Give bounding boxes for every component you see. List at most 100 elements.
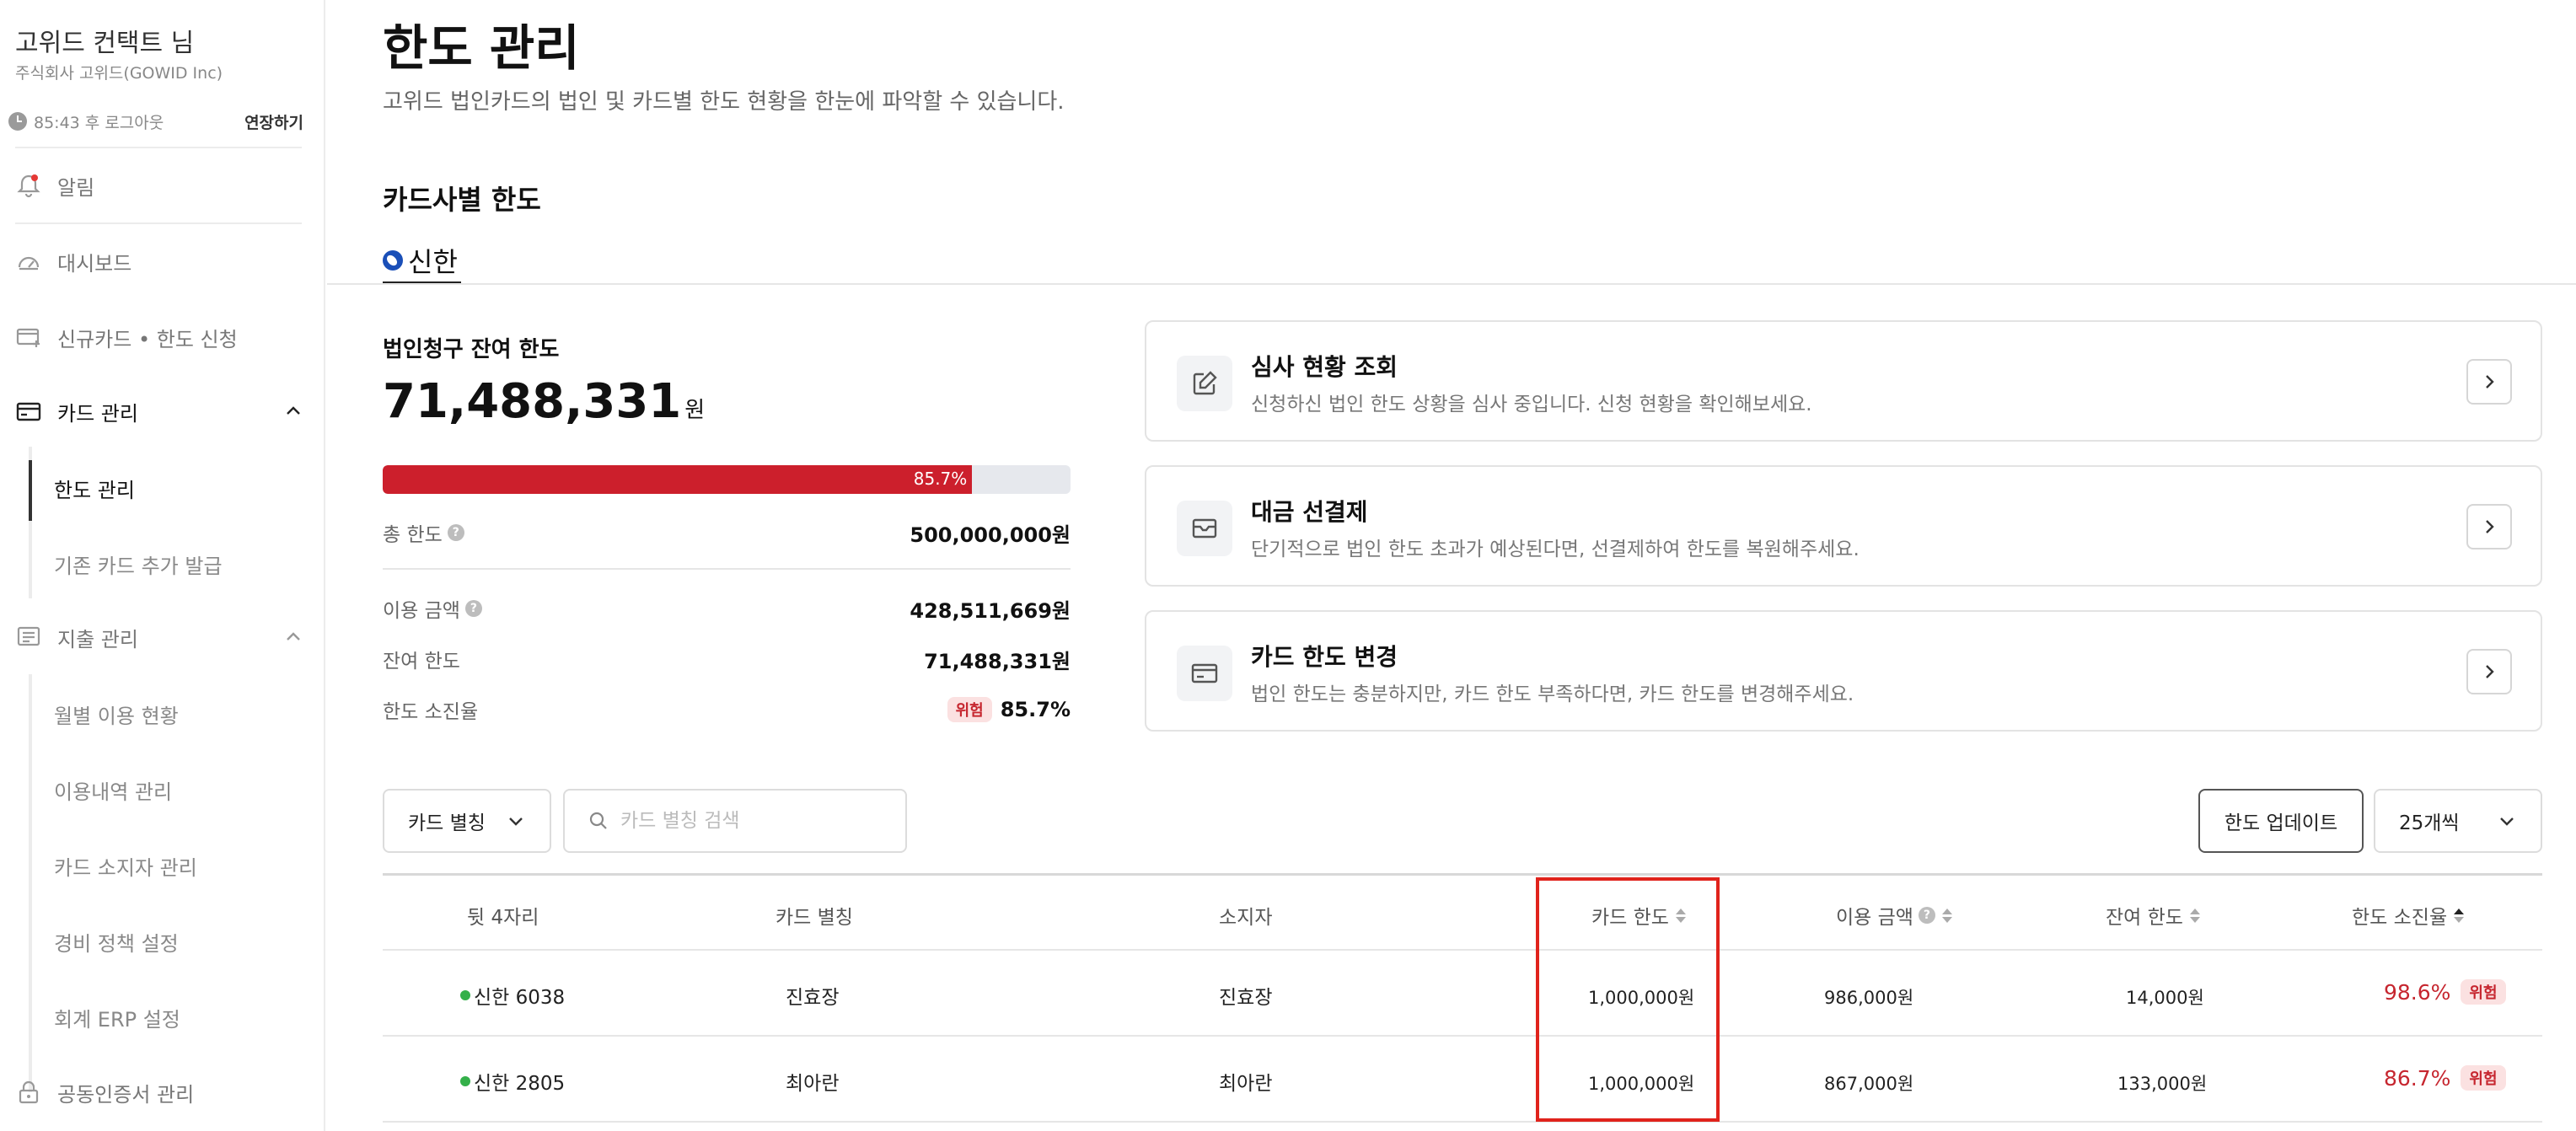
column-header-alias: 카드 별칭 bbox=[775, 907, 853, 929]
exhaustion-rate-label: 한도 소진율 bbox=[383, 701, 479, 723]
sidebar-item-dashboard[interactable]: 대시보드 bbox=[0, 236, 324, 287]
status-dot bbox=[460, 990, 470, 1000]
user-name: 고위드 컨택트 님 bbox=[15, 29, 195, 58]
update-limit-button[interactable]: 한도 업데이트 bbox=[2198, 789, 2364, 853]
sidebar-subitem-monthly-usage[interactable]: 월별 이용 현황 bbox=[54, 700, 179, 729]
help-icon[interactable]: ? bbox=[464, 600, 482, 617]
chevron-right-icon[interactable] bbox=[2466, 359, 2512, 405]
submenu-rail bbox=[29, 523, 32, 598]
sidebar-item-label: 공동인증서 관리 bbox=[57, 1082, 195, 1107]
chevron-right-icon[interactable] bbox=[2466, 649, 2512, 694]
sidebar-item-card-management[interactable]: 카드 관리 bbox=[0, 386, 324, 437]
cell-alias: 최아란 bbox=[786, 1073, 840, 1095]
column-header-card-limit[interactable]: 카드 한도 bbox=[1591, 901, 1686, 930]
cell-alias: 진효장 bbox=[786, 987, 840, 1009]
sidebar-item-label: 지출 관리 bbox=[57, 627, 138, 651]
sidebar-subitem-usage-history[interactable]: 이용내역 관리 bbox=[54, 775, 172, 805]
sidebar-subitem-card-holders[interactable]: 카드 소지자 관리 bbox=[54, 851, 197, 881]
receipt-icon bbox=[15, 624, 42, 651]
chevron-right-icon[interactable] bbox=[2466, 504, 2512, 549]
search-box bbox=[563, 789, 907, 853]
card-plus-icon bbox=[15, 324, 42, 351]
sidebar-item-label: 알림 bbox=[57, 175, 95, 200]
sort-icon bbox=[1941, 908, 1952, 923]
sidebar-item-new-card[interactable]: 신규카드 • 한도 신청 bbox=[0, 312, 324, 362]
chevron-down-icon bbox=[509, 817, 523, 826]
divider bbox=[383, 568, 1071, 570]
exhaustion-rate-row: 한도 소진율 위험 85.7% bbox=[383, 694, 1071, 725]
used-amount-label: 이용 금액 bbox=[383, 600, 460, 622]
tab-shinhan[interactable]: 신한 bbox=[383, 239, 461, 285]
used-amount-value: 428,511,669원 bbox=[910, 598, 1071, 623]
action-title: 카드 한도 변경 bbox=[1251, 643, 1398, 671]
divider bbox=[15, 147, 302, 148]
sidebar-item-label: 신규카드 • 한도 신청 bbox=[57, 327, 238, 351]
bell-icon bbox=[15, 172, 42, 199]
sidebar-subitem-expense-policy[interactable]: 경비 정책 설정 bbox=[54, 927, 179, 957]
action-title: 심사 현황 조회 bbox=[1251, 353, 1398, 381]
sidebar-subitem-limit-management[interactable]: 한도 관리 bbox=[54, 474, 135, 503]
tab-underline bbox=[327, 283, 2576, 285]
search-input[interactable] bbox=[620, 810, 890, 832]
session-row: 85:43 후 로그아웃 연장하기 bbox=[8, 108, 303, 135]
search-icon bbox=[589, 812, 607, 829]
help-icon[interactable]: ? bbox=[447, 524, 464, 541]
sidebar-item-label: 대시보드 bbox=[57, 251, 132, 276]
section-title: 카드사별 한도 bbox=[383, 184, 541, 216]
status-badge: 위험 bbox=[947, 697, 992, 722]
remaining-limit-amount: 71,488,331 원 bbox=[383, 374, 705, 429]
column-header-remaining[interactable]: 잔여 한도 bbox=[2106, 901, 2200, 930]
filter-select-label: 카드 별칭 bbox=[408, 812, 486, 834]
card-icon bbox=[15, 398, 42, 425]
sidebar-subitem-erp-settings[interactable]: 회계 ERP 설정 bbox=[54, 1003, 180, 1032]
remaining-limit-row: 잔여 한도 71,488,331원 bbox=[383, 644, 1071, 674]
help-icon[interactable]: ? bbox=[1918, 907, 1935, 924]
sidebar-item-notifications[interactable]: 알림 bbox=[0, 160, 324, 211]
tab-label: 신한 bbox=[408, 246, 458, 278]
action-card-change-card-limit[interactable]: 카드 한도 변경 법인 한도는 충분하지만, 카드 한도 부족하다면, 카드 한… bbox=[1145, 610, 2542, 732]
table-row[interactable]: 신한 2805 최아란 최아란 1,000,000원 867,000원 133,… bbox=[383, 1037, 2542, 1123]
session-timer: 85:43 후 로그아웃 bbox=[34, 113, 164, 132]
cell-card: 신한 6038 bbox=[460, 981, 565, 1010]
card-limit-table: 뒷 4자리 카드 별칭 소지자 카드 한도 이용 금액? 잔여 한도 한도 소진… bbox=[383, 873, 2542, 1123]
page-title: 한도 관리 bbox=[383, 19, 580, 77]
remaining-limit-label: 잔여 한도 bbox=[383, 651, 460, 673]
sidebar-subitem-additional-issue[interactable]: 기존 카드 추가 발급 bbox=[54, 549, 223, 579]
lock-icon bbox=[15, 1079, 42, 1106]
cell-holder: 최아란 bbox=[1219, 1073, 1273, 1095]
cell-remaining: 133,000원 bbox=[2117, 1074, 2208, 1094]
sort-icon bbox=[2189, 908, 2200, 923]
column-header-exhaustion-rate[interactable]: 한도 소진율 bbox=[2352, 901, 2465, 930]
total-limit-label: 총 한도 bbox=[383, 524, 443, 546]
remaining-limit-value: 71,488,331원 bbox=[924, 649, 1071, 673]
remaining-limit-title: 법인청구 잔여 한도 bbox=[383, 337, 560, 362]
status-dot bbox=[460, 1076, 470, 1086]
cell-holder: 진효장 bbox=[1219, 987, 1273, 1009]
table-row[interactable]: 신한 6038 진효장 진효장 1,000,000원 986,000원 14,0… bbox=[383, 951, 2542, 1037]
divider bbox=[15, 222, 302, 224]
sidebar-item-expense-management[interactable]: 지출 관리 bbox=[0, 612, 324, 662]
action-title: 대금 선결제 bbox=[1251, 498, 1368, 526]
extend-session-button[interactable]: 연장하기 bbox=[244, 110, 303, 133]
card-icon bbox=[1177, 646, 1232, 701]
action-card-prepayment[interactable]: 대금 선결제 단기적으로 법인 한도 초과가 예상된다면, 선결제하여 한도를 … bbox=[1145, 465, 2542, 587]
chevron-down-icon bbox=[2500, 817, 2514, 826]
card-alias-filter-select[interactable]: 카드 별칭 bbox=[383, 789, 551, 853]
column-header-used-amount[interactable]: 이용 금액? bbox=[1836, 901, 1952, 930]
company-name: 주식회사 고위드(GOWID Inc) bbox=[15, 64, 223, 83]
cell-exhaustion-rate: 98.6% 위험 bbox=[2384, 979, 2506, 1005]
chevron-up-icon bbox=[287, 406, 300, 415]
exhaustion-rate-value: 85.7% bbox=[1000, 698, 1071, 721]
table-header: 뒷 4자리 카드 별칭 소지자 카드 한도 이용 금액? 잔여 한도 한도 소진… bbox=[383, 873, 2542, 951]
action-card-review-status[interactable]: 심사 현황 조회 신청하신 법인 한도 상황을 심사 중입니다. 신청 현황을 … bbox=[1145, 320, 2542, 442]
cell-card-limit: 1,000,000원 bbox=[1588, 988, 1695, 1008]
cell-used-amount: 867,000원 bbox=[1824, 1074, 1914, 1094]
page-size-select[interactable]: 25개씩 bbox=[2374, 789, 2542, 853]
column-header-last4: 뒷 4자리 bbox=[467, 907, 539, 929]
cell-used-amount: 986,000원 bbox=[1824, 988, 1914, 1008]
status-badge: 위험 bbox=[2461, 1065, 2506, 1091]
submenu-rail bbox=[29, 674, 32, 1092]
action-description: 신청하신 법인 한도 상황을 심사 중입니다. 신청 현황을 확인해보세요. bbox=[1251, 394, 1812, 415]
total-limit-row: 총 한도? 500,000,000원 bbox=[383, 517, 1071, 548]
sidebar-item-certificate[interactable]: 공동인증서 관리 bbox=[0, 1067, 324, 1118]
